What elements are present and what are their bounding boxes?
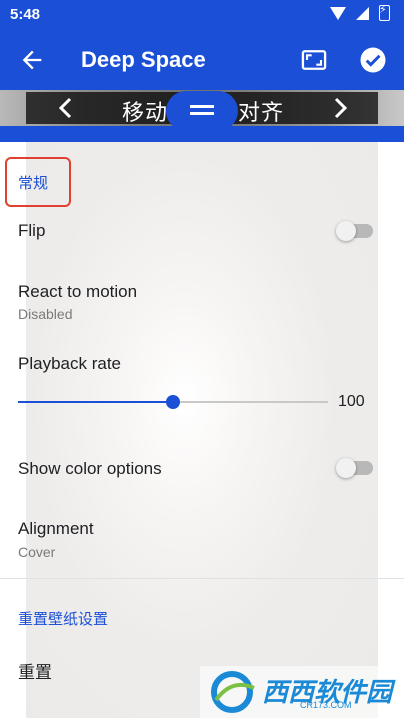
chevron-left-icon[interactable] bbox=[56, 96, 76, 120]
alignment-label[interactable]: Alignment bbox=[18, 519, 94, 539]
playback-rate-slider-thumb[interactable] bbox=[166, 395, 180, 409]
battery-icon bbox=[379, 3, 390, 21]
app-bar: Deep Space bbox=[0, 30, 404, 90]
status-bar: 5:48 bbox=[0, 0, 404, 30]
watermark-logo-icon bbox=[211, 671, 255, 713]
chevron-right-icon[interactable] bbox=[330, 96, 350, 120]
flip-label: Flip bbox=[18, 221, 46, 240]
page-title: Deep Space bbox=[81, 47, 206, 72]
reset-item[interactable]: 重置 bbox=[18, 658, 52, 683]
playback-rate-value: 100 bbox=[338, 393, 365, 410]
status-time: 5:48 bbox=[10, 6, 41, 23]
apply-check-icon[interactable] bbox=[358, 45, 388, 75]
flip-toggle-thumb[interactable] bbox=[336, 221, 356, 241]
section-header-general: 常规 bbox=[18, 175, 49, 192]
playback-rate-slider-fill bbox=[18, 401, 173, 403]
alignment-value: Cover bbox=[18, 544, 56, 560]
drag-handle-icon bbox=[190, 105, 214, 115]
section-header-reset: 重置壁纸设置 bbox=[18, 611, 109, 628]
wallpaper-background bbox=[26, 142, 378, 718]
react-to-motion-value: Disabled bbox=[18, 306, 73, 322]
react-to-motion-label[interactable]: React to motion bbox=[18, 282, 137, 302]
preview-caption-left: 移动 bbox=[122, 100, 169, 125]
signal-icon bbox=[356, 6, 369, 20]
show-color-options-label: Show color options bbox=[18, 459, 162, 478]
status-icons bbox=[330, 3, 390, 21]
wifi-icon bbox=[330, 6, 346, 20]
color-options-toggle-thumb[interactable] bbox=[336, 458, 356, 478]
preview-caption-right: 对齐 bbox=[238, 100, 285, 125]
playback-rate-label: Playback rate bbox=[18, 354, 121, 373]
divider bbox=[0, 578, 404, 579]
preview-frame-icon[interactable] bbox=[300, 46, 328, 74]
back-arrow-icon[interactable] bbox=[18, 46, 46, 74]
watermark-subtext: CR173.COM bbox=[300, 700, 352, 710]
